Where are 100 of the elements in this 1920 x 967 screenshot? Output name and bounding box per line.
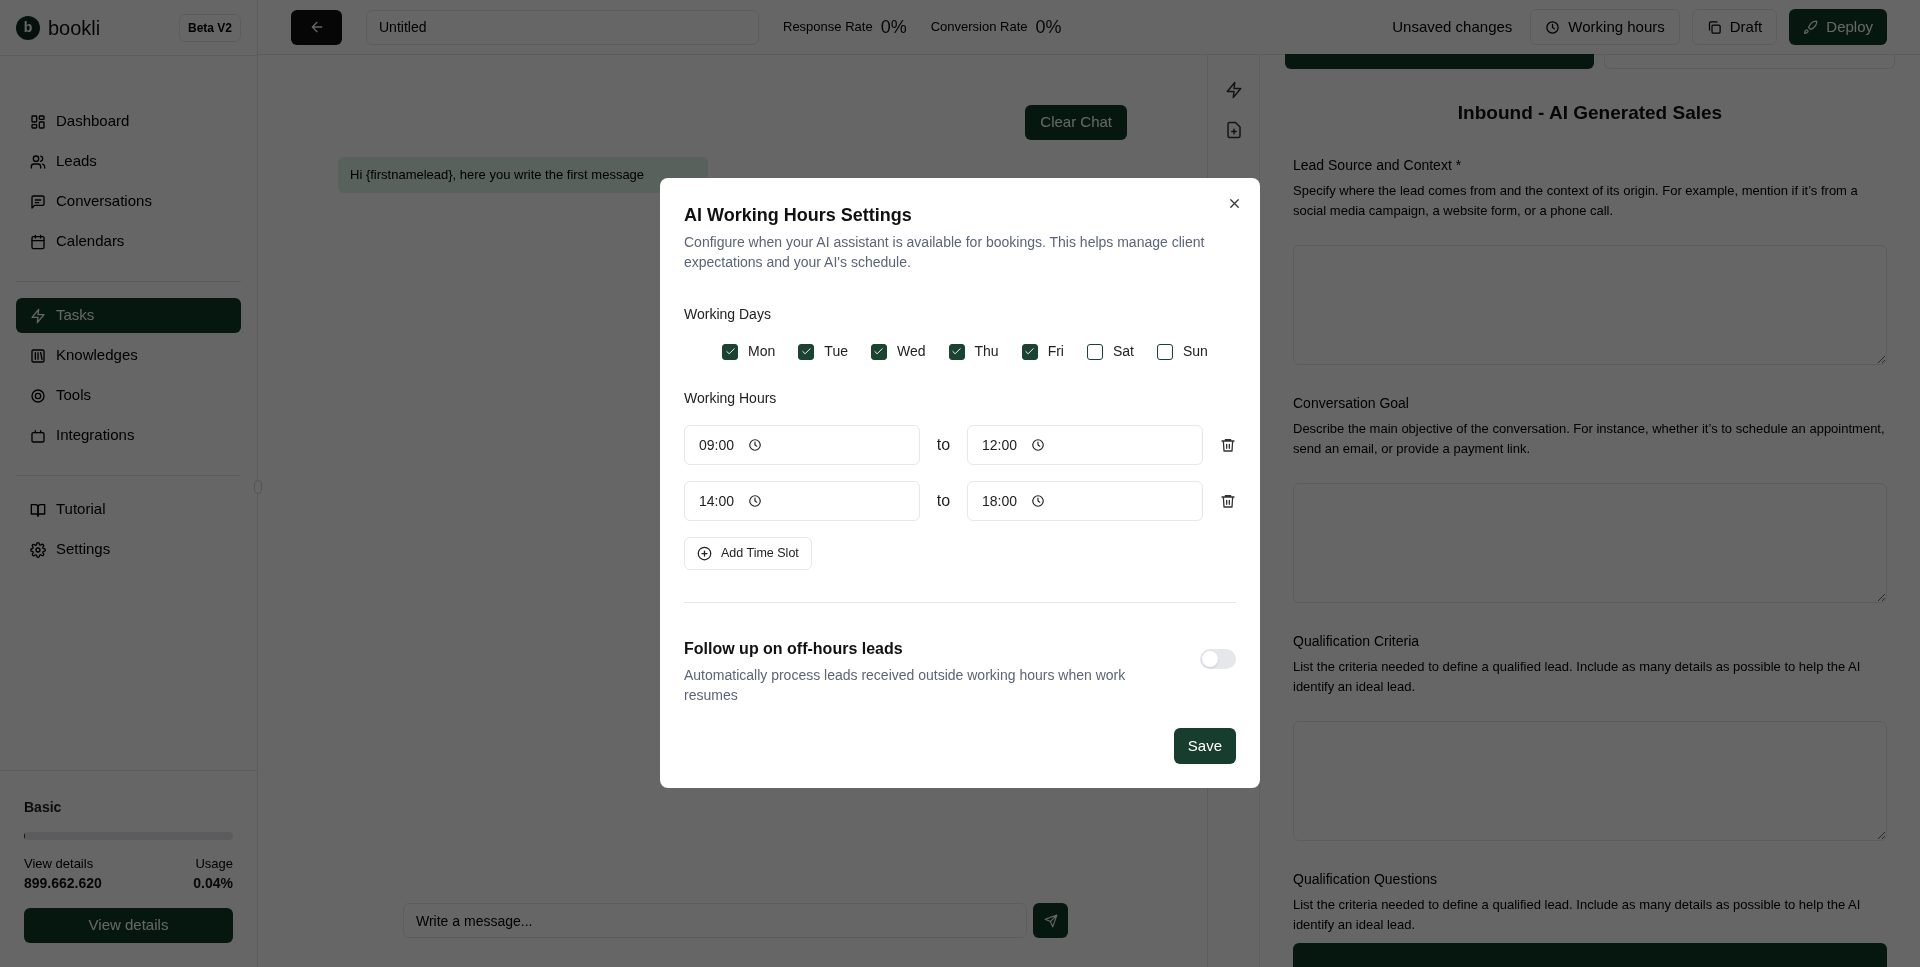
version-badge: Beta V2	[178, 13, 241, 42]
checkbox[interactable]	[722, 343, 739, 360]
field-help: List the criteria needed to define a qualified lead. Include as many details as possible to help the AI identify an ideal lead.	[1293, 895, 1862, 934]
clock-icon	[748, 438, 763, 452]
nav-item[interactable]: Integrations	[16, 418, 241, 453]
check-icon	[873, 346, 885, 357]
grid-icon	[30, 113, 46, 130]
view-details-button[interactable]: View details	[24, 908, 233, 943]
usage-value: 0.04%	[193, 874, 233, 893]
nav-item[interactable]: Tutorial	[16, 492, 241, 527]
logo-mark: b	[16, 15, 40, 40]
delete-button[interactable]	[1220, 437, 1236, 453]
users-icon	[30, 153, 46, 170]
clock-icon	[1545, 19, 1561, 35]
file-plus-icon	[1224, 121, 1243, 139]
metric-label: Conversion Rate	[930, 18, 1028, 37]
settings-icon	[30, 541, 46, 558]
details-label: View details	[24, 854, 94, 873]
day-label: Thu	[974, 342, 999, 361]
day-label: Mon	[748, 342, 776, 361]
time-field[interactable]: 09:00	[684, 425, 920, 465]
metric-value: 0%	[1035, 15, 1062, 39]
field-help: Describe the main objective of the conversation. For instance, whether it’s to schedule an appointment, send an email, or provide a payment link.	[1293, 419, 1886, 458]
day-label: Sat	[1112, 342, 1134, 361]
time-field[interactable]: 18:00	[967, 481, 1203, 521]
delete-button[interactable]	[1220, 493, 1236, 509]
lightning-icon	[1224, 81, 1243, 99]
nav-item[interactable]: Knowledges	[16, 338, 241, 373]
toolbar-button[interactable]: Working hours	[1530, 9, 1680, 45]
checkbox[interactable]	[948, 343, 965, 360]
nav-item[interactable]: Conversations	[16, 184, 241, 219]
checkbox[interactable]	[798, 343, 815, 360]
field-help: Specify where the lead comes from and the context of its origin. For example, mention if it’s from a social media campaign, a website form, or a phone call.	[1293, 181, 1859, 220]
briefcase-icon	[30, 427, 46, 444]
field-label: Conversation Goal	[1293, 393, 1410, 413]
send-button[interactable]	[1033, 903, 1068, 938]
field-label: Lead Source and Context *	[1293, 155, 1463, 175]
clock-icon	[748, 494, 763, 508]
add-time-slot-button[interactable]: Add Time Slot	[684, 537, 812, 570]
toolbar-button[interactable]: Draft	[1691, 9, 1778, 45]
trash-icon	[1220, 493, 1236, 509]
chat-icon	[30, 193, 46, 210]
nav-item[interactable]: Tools	[16, 378, 241, 413]
plan-name: Basic	[24, 797, 63, 817]
lightning-icon	[30, 307, 46, 324]
section-label: Working Hours	[684, 389, 778, 408]
copy-icon	[1706, 19, 1722, 35]
clock-icon	[1031, 438, 1046, 452]
count-value: 899.662.620	[24, 874, 102, 893]
nav-item[interactable]: Leads	[16, 144, 241, 179]
clear-chat-button[interactable]: Clear Chat	[1025, 105, 1127, 140]
title-field[interactable]: Untitled	[366, 9, 759, 45]
calendar-icon	[30, 233, 46, 250]
dialog-description: Configure when your AI assistant is available for bookings. This helps manage client expectations and your AI's schedule.	[684, 233, 1206, 272]
field-label: Qualification Questions	[1293, 869, 1438, 889]
chat-message: Hi {firstnamelead}, here you write the first message	[338, 157, 708, 193]
checkbox[interactable]	[1086, 343, 1103, 360]
field-label: Qualification Criteria	[1293, 631, 1421, 651]
nav-item[interactable]: Dashboard	[16, 104, 241, 139]
back-button[interactable]	[291, 9, 342, 45]
section-label: Working Days	[684, 305, 772, 324]
time-field[interactable]: 12:00	[967, 425, 1203, 465]
dialog-title: AI Working Hours Settings	[684, 204, 913, 227]
save-button[interactable]: Save	[1173, 728, 1236, 764]
target-icon	[30, 387, 46, 404]
form-title: Inbound - AI Generated Sales	[1456, 101, 1724, 125]
usage-label: Usage	[195, 854, 233, 873]
send-icon	[1043, 913, 1058, 928]
check-icon	[951, 346, 962, 357]
book-icon	[30, 501, 46, 518]
checkbox[interactable]	[870, 343, 887, 360]
nav-item[interactable]: Calendars	[16, 224, 241, 259]
option-title: Follow up on off-hours leads	[684, 639, 904, 659]
option-description: Automatically process leads received outside working hours when work resumes	[684, 666, 1127, 705]
checkbox[interactable]	[1156, 343, 1173, 360]
day-label: Sun	[1182, 342, 1208, 361]
plus-circle-icon	[697, 546, 712, 561]
close-button[interactable]	[1227, 196, 1242, 211]
nav-item[interactable]: Tasks	[16, 298, 241, 333]
time-field[interactable]: 14:00	[684, 481, 920, 521]
check-icon	[724, 346, 736, 357]
metric-value: 0%	[880, 15, 907, 39]
separator-text: to	[935, 435, 952, 455]
day-label: Fri	[1047, 342, 1064, 361]
day-label: Tue	[824, 342, 848, 361]
metric-label: Response Rate	[783, 18, 873, 37]
checkbox[interactable]	[1021, 343, 1038, 360]
field-help: List the criteria needed to define a qualified lead. Include as many details as possible to help the AI identify an ideal lead.	[1293, 657, 1862, 696]
nav-item[interactable]: Settings	[16, 532, 241, 567]
clock-icon	[1031, 494, 1046, 508]
separator-text: to	[935, 491, 952, 511]
save-status: Unsaved changes	[1392, 16, 1513, 37]
close-icon	[1227, 196, 1242, 211]
toolbar-button[interactable]: Deploy	[1789, 9, 1887, 45]
check-icon	[800, 346, 812, 357]
day-label: Wed	[896, 342, 926, 361]
message-field[interactable]: Write a message...	[403, 903, 1027, 938]
toggle-switch[interactable]	[1200, 649, 1236, 669]
trash-icon	[1220, 437, 1236, 453]
library-icon	[30, 347, 46, 364]
